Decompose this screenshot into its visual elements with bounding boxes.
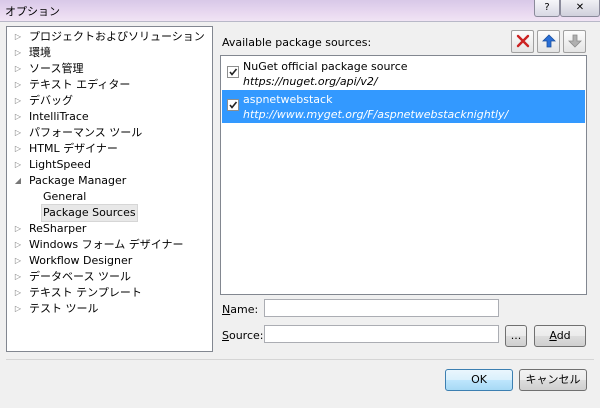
tree-item-label: 環境 bbox=[29, 46, 51, 59]
tree-item-label: ReSharper bbox=[29, 222, 87, 235]
source-name: aspnetwebstack bbox=[243, 93, 333, 106]
close-button[interactable]: ✕ bbox=[560, 0, 600, 17]
arrow-down-icon bbox=[564, 34, 585, 48]
tree-item-label: テキスト エディター bbox=[29, 78, 131, 91]
source-label: Source: bbox=[222, 329, 264, 342]
remove-icon bbox=[512, 34, 533, 48]
tree-item-label: プロジェクトおよびソリューション bbox=[29, 30, 205, 43]
tree-item-label: パフォーマンス ツール bbox=[29, 126, 143, 139]
move-down-button[interactable] bbox=[563, 30, 586, 53]
expanded-arrow-icon[interactable]: ◢ bbox=[13, 173, 23, 189]
collapsed-arrow-icon[interactable]: ▷ bbox=[13, 61, 23, 77]
source-name: NuGet official package source bbox=[243, 60, 408, 73]
tree-item-label: LightSpeed bbox=[29, 158, 91, 171]
window-title: オプション bbox=[5, 5, 60, 18]
tree-item-label: ソース管理 bbox=[29, 62, 84, 75]
tree-item-label: Package Manager bbox=[29, 174, 127, 187]
source-url: http://www.myget.org/F/aspnetwebstacknig… bbox=[243, 108, 509, 121]
source-checkbox[interactable] bbox=[227, 99, 239, 111]
options-dialog: オプション ? ✕ ▷ プロジェクトおよびソリューション ▷ 環境 ▷ ソース管理 ▷ テキス… bbox=[0, 0, 600, 408]
collapsed-arrow-icon[interactable]: ▷ bbox=[13, 253, 23, 269]
collapsed-arrow-icon[interactable]: ▷ bbox=[13, 301, 23, 317]
tree-item-label: Workflow Designer bbox=[29, 254, 133, 267]
remove-source-button[interactable] bbox=[511, 30, 534, 53]
tree-item-label: テキスト テンプレート bbox=[29, 286, 142, 299]
name-label: Name: bbox=[222, 303, 259, 316]
source-input[interactable] bbox=[264, 325, 499, 343]
available-sources-label: Available package sources: bbox=[222, 36, 372, 49]
title-bar: オプション ? ✕ bbox=[0, 0, 600, 21]
collapsed-arrow-icon[interactable]: ▷ bbox=[13, 269, 23, 285]
source-item-nuget[interactable]: NuGet official package source https://nu… bbox=[222, 57, 585, 90]
collapsed-arrow-icon[interactable]: ▷ bbox=[13, 285, 23, 301]
collapsed-arrow-icon[interactable]: ▷ bbox=[13, 93, 23, 109]
title-divider bbox=[0, 21, 600, 22]
cancel-button[interactable]: キャンセル bbox=[519, 369, 587, 391]
ok-button[interactable]: OK bbox=[445, 369, 513, 391]
source-item-aspnetwebstack[interactable]: aspnetwebstack http://www.myget.org/F/as… bbox=[222, 90, 585, 123]
source-checkbox[interactable] bbox=[227, 66, 239, 78]
tree-item-label: IntelliTrace bbox=[29, 110, 89, 123]
browse-button[interactable]: ... bbox=[505, 325, 527, 347]
tree-item-label: Windows フォーム デザイナー bbox=[29, 238, 184, 251]
source-url: https://nuget.org/api/v2/ bbox=[243, 75, 378, 88]
collapsed-arrow-icon[interactable]: ▷ bbox=[13, 109, 23, 125]
collapsed-arrow-icon[interactable]: ▷ bbox=[13, 29, 23, 45]
add-button[interactable]: Add bbox=[534, 325, 586, 347]
footer-divider bbox=[6, 359, 594, 360]
collapsed-arrow-icon[interactable]: ▷ bbox=[13, 237, 23, 253]
tree-item-label: Package Sources bbox=[41, 204, 138, 222]
tree-item-label: デバッグ bbox=[29, 94, 73, 107]
collapsed-arrow-icon[interactable]: ▷ bbox=[13, 45, 23, 61]
options-tree[interactable]: ▷ プロジェクトおよびソリューション ▷ 環境 ▷ ソース管理 ▷ テキスト エディター ▷ デバ… bbox=[6, 26, 213, 352]
collapsed-arrow-icon[interactable]: ▷ bbox=[13, 141, 23, 157]
collapsed-arrow-icon[interactable]: ▷ bbox=[13, 157, 23, 173]
tree-item-label: HTML デザイナー bbox=[29, 142, 118, 155]
move-up-button[interactable] bbox=[537, 30, 560, 53]
tree-item-label: テスト ツール bbox=[29, 302, 99, 315]
collapsed-arrow-icon[interactable]: ▷ bbox=[13, 77, 23, 93]
help-button[interactable]: ? bbox=[534, 0, 560, 17]
collapsed-arrow-icon[interactable]: ▷ bbox=[13, 125, 23, 141]
tree-item-label: データベース ツール bbox=[29, 270, 131, 283]
package-sources-list[interactable]: NuGet official package source https://nu… bbox=[220, 55, 587, 295]
name-input[interactable] bbox=[264, 299, 499, 317]
collapsed-arrow-icon[interactable]: ▷ bbox=[13, 221, 23, 237]
arrow-up-icon bbox=[538, 34, 559, 48]
tree-item-label: General bbox=[43, 190, 87, 203]
